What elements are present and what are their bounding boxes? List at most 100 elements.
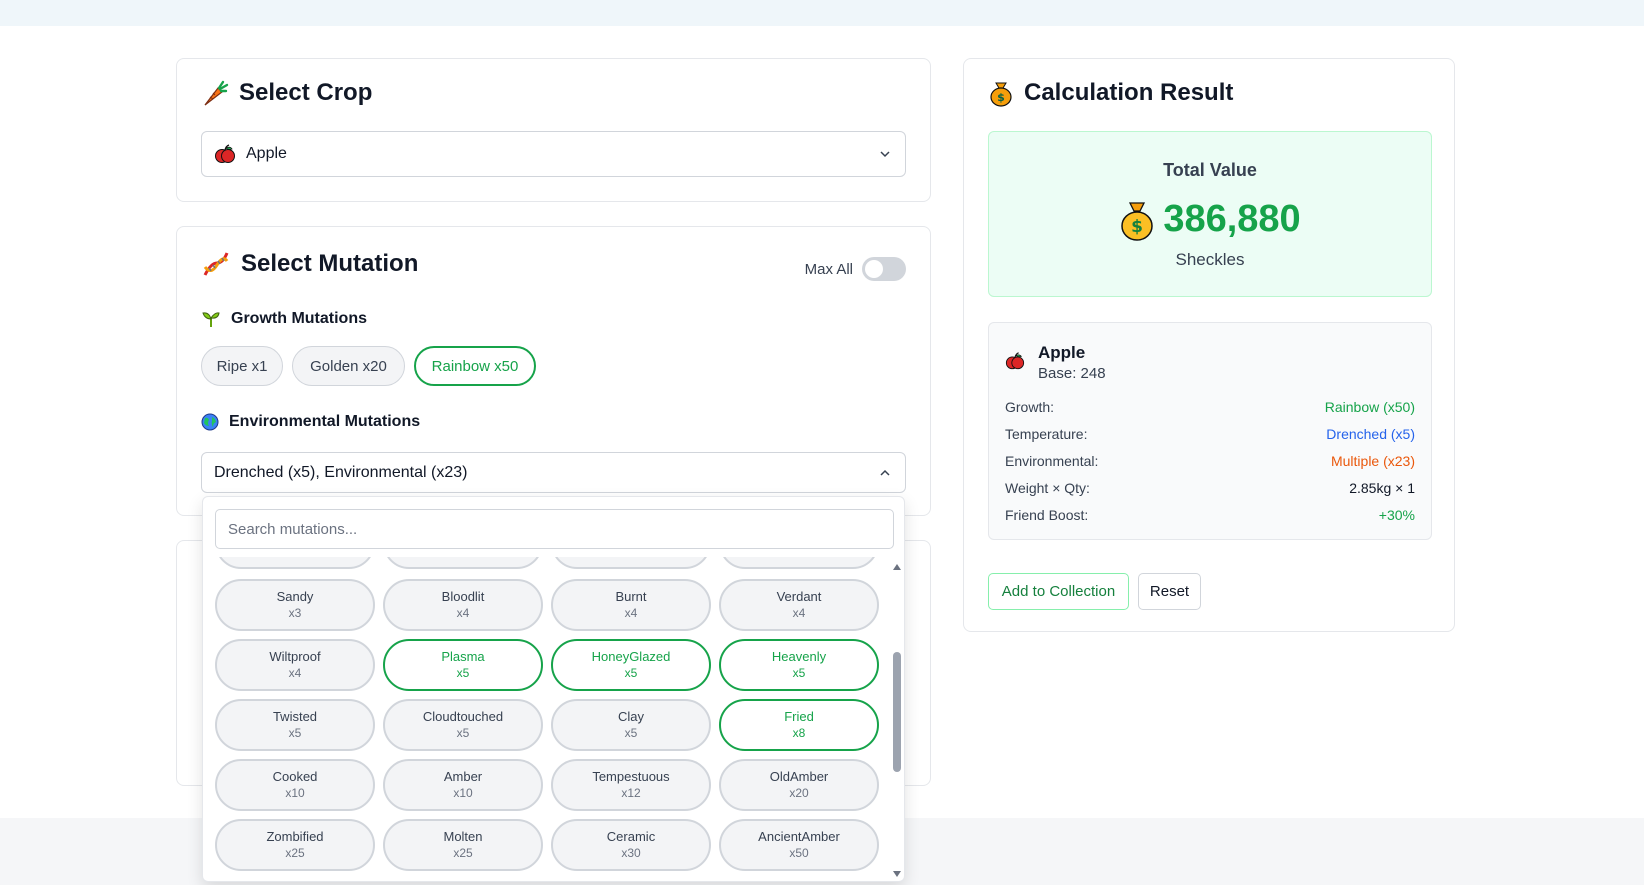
mutation-option-clay[interactable]: Clay x5 <box>551 699 711 751</box>
carrot-icon <box>201 79 229 107</box>
mutation-option-tempestuous[interactable]: Tempestuous x12 <box>551 759 711 811</box>
environmental-select-value: Drenched (x5), Environmental (x23) <box>214 463 468 481</box>
max-all-toggle[interactable] <box>862 257 906 281</box>
mutation-option-partial[interactable] <box>215 557 375 569</box>
mutation-multiplier: x10 <box>285 786 305 800</box>
mutation-option-sandy[interactable]: Sandy x3 <box>215 579 375 631</box>
result-detail-label: Friend Boost: <box>1005 507 1089 523</box>
growth-mutations-label: Growth Mutations <box>231 310 367 327</box>
growth-mutations-heading: Growth Mutations <box>201 309 367 329</box>
mutation-option-cooked[interactable]: Cooked x10 <box>215 759 375 811</box>
result-detail-value: +30% <box>1378 507 1415 523</box>
total-value-row: $ 386,880 <box>989 198 1431 241</box>
mutation-multiplier: x20 <box>789 786 809 800</box>
mutation-multiplier: x3 <box>288 606 302 620</box>
environmental-mutation-dropdown: Sandyx3Bloodlitx4Burntx4Verdantx4Wiltpro… <box>202 496 905 882</box>
chevron-up-icon <box>880 469 890 476</box>
mutation-option-verdant[interactable]: Verdant x4 <box>719 579 879 631</box>
mutation-name: HoneyGlazed <box>591 649 671 664</box>
select-mutation-heading: Select Mutation <box>241 250 419 277</box>
mutation-option-bloodlit[interactable]: Bloodlit x4 <box>383 579 543 631</box>
total-value-unit: Sheckles <box>1175 250 1245 269</box>
mutation-multiplier: x8 <box>792 726 806 740</box>
scroll-up-arrow-icon[interactable] <box>893 564 901 570</box>
total-value-panel: Total Value $ 386,880 Sheckles <box>988 131 1432 297</box>
mutation-multiplier: x5 <box>792 666 806 680</box>
mutation-option-burnt[interactable]: Burnt x4 <box>551 579 711 631</box>
mutation-name: Zombified <box>266 829 324 844</box>
mutation-option-partial[interactable] <box>719 557 879 569</box>
result-detail-label: Weight × Qty: <box>1005 480 1090 496</box>
calculation-result-heading: Calculation Result <box>1024 79 1234 106</box>
result-detail-value: Drenched (x5) <box>1326 426 1415 442</box>
svg-text:$: $ <box>1131 217 1143 237</box>
result-details-panel: Apple Base: 248 Growth: Rainbow (x50) Temp… <box>988 322 1432 540</box>
mutation-name: Twisted <box>272 709 318 724</box>
add-to-collection-button[interactable]: Add to Collection <box>988 573 1129 610</box>
mutation-name: Sandy <box>276 589 314 604</box>
mutation-option-partial[interactable] <box>551 557 711 569</box>
mutation-option-plasma[interactable]: Plasma x5 <box>383 639 543 691</box>
mutation-option-zombified[interactable]: Zombified x25 <box>215 819 375 871</box>
mutation-option-molten[interactable]: Molten x25 <box>383 819 543 871</box>
calculation-result-title: $ Calculation Result <box>988 79 1233 107</box>
reset-button[interactable]: Reset <box>1138 573 1201 610</box>
chevron-down-icon <box>880 151 890 158</box>
mutation-name: Molten <box>443 829 483 844</box>
environmental-mutation-select[interactable]: Drenched (x5), Environmental (x23) <box>201 452 906 493</box>
apple-icon <box>1005 351 1025 371</box>
result-detail-row: Environmental: Multiple (x23) <box>1005 453 1415 469</box>
mutation-option-ceramic[interactable]: Ceramic x30 <box>551 819 711 871</box>
apple-icon <box>214 143 236 165</box>
svg-text:$: $ <box>997 91 1005 104</box>
money-bag-icon: $ <box>988 79 1014 107</box>
scroll-thumb[interactable] <box>893 652 901 772</box>
mutation-multiplier: x5 <box>624 666 638 680</box>
crop-select-value: Apple <box>246 145 287 162</box>
result-detail-label: Temperature: <box>1005 426 1088 442</box>
search-mutations-input[interactable] <box>215 509 894 549</box>
result-detail-value: 2.85kg × 1 <box>1349 480 1415 496</box>
growth-option-pill[interactable]: Golden x20 <box>292 346 405 386</box>
select-crop-card: Select Crop Apple <box>176 58 931 202</box>
growth-option-pill[interactable]: Ripe x1 <box>201 346 283 386</box>
mutation-option-partial[interactable] <box>383 557 543 569</box>
scroll-down-arrow-icon[interactable] <box>893 871 901 877</box>
mutation-option-oldamber[interactable]: OldAmber x20 <box>719 759 879 811</box>
mutation-multiplier: x4 <box>456 606 470 620</box>
result-detail-value: Rainbow (x50) <box>1324 399 1415 415</box>
result-detail-value: Multiple (x23) <box>1330 453 1415 469</box>
mutation-multiplier: x5 <box>456 726 470 740</box>
globe-icon <box>201 413 219 431</box>
mutation-option-honeyglazed[interactable]: HoneyGlazed x5 <box>551 639 711 691</box>
mutation-option-ancientamber[interactable]: AncientAmber x50 <box>719 819 879 871</box>
mutation-option-heavenly[interactable]: Heavenly x5 <box>719 639 879 691</box>
mutation-multiplier: x4 <box>624 606 638 620</box>
mutation-name: Bloodlit <box>441 589 485 604</box>
mutation-multiplier: x12 <box>621 786 641 800</box>
mutation-option-twisted[interactable]: Twisted x5 <box>215 699 375 751</box>
mutation-name: Fried <box>784 709 814 724</box>
mutation-option-fried[interactable]: Fried x8 <box>719 699 879 751</box>
toggle-knob <box>865 260 883 278</box>
mutation-multiplier: x25 <box>285 846 305 860</box>
mutation-multiplier: x5 <box>288 726 302 740</box>
crop-select[interactable]: Apple <box>201 131 906 177</box>
result-crop-base: Base: 248 <box>1038 365 1106 382</box>
mutation-option-wiltproof[interactable]: Wiltproof x4 <box>215 639 375 691</box>
max-all-label: Max All <box>804 260 853 278</box>
mutation-option-cloudtouched[interactable]: Cloudtouched x5 <box>383 699 543 751</box>
money-bag-icon: $ <box>1119 199 1155 241</box>
dna-icon <box>201 249 231 279</box>
environmental-mutations-heading: Environmental Mutations <box>201 413 420 431</box>
mutation-option-amber[interactable]: Amber x10 <box>383 759 543 811</box>
mutation-multiplier: x5 <box>456 666 470 680</box>
total-value-label: Total Value <box>1163 160 1257 180</box>
mutation-name: Verdant <box>776 589 822 604</box>
mutation-name: OldAmber <box>769 769 829 784</box>
growth-option-pill[interactable]: Rainbow x50 <box>414 346 536 386</box>
total-value-amount: 386,880 <box>1163 198 1301 240</box>
mutation-name: Ceramic <box>606 829 656 844</box>
dropdown-scrollbar[interactable] <box>890 557 904 881</box>
result-detail-row: Growth: Rainbow (x50) <box>1005 399 1415 415</box>
